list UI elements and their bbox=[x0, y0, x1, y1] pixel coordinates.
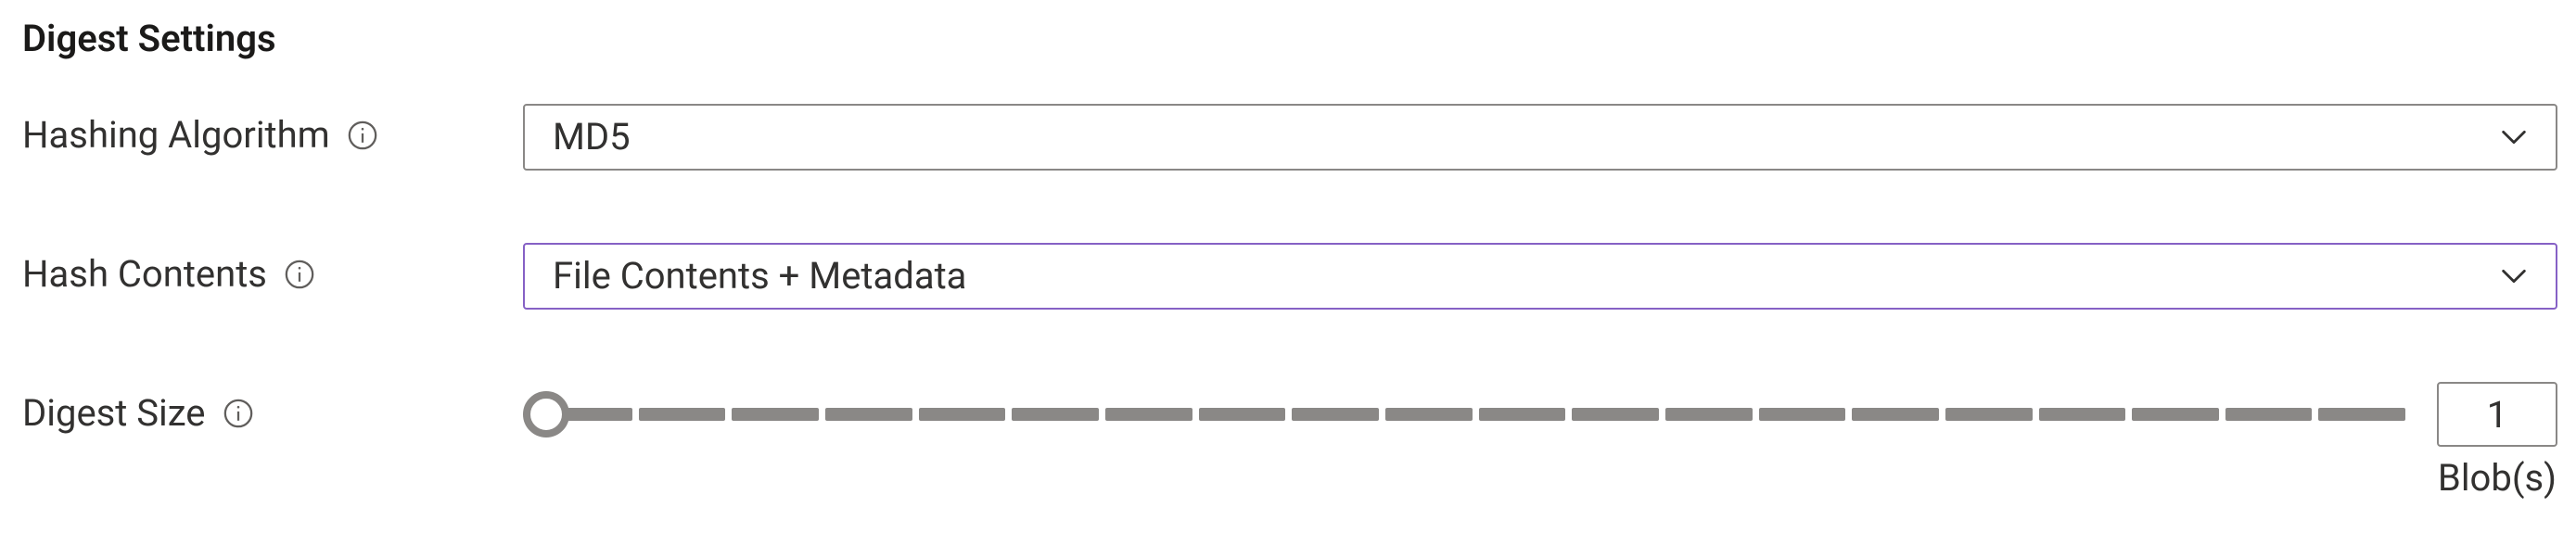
slider-tick bbox=[1945, 408, 2033, 421]
select-value: File Contents + Metadata bbox=[553, 254, 966, 298]
digest-size-readout: 1 Blob(s) bbox=[2437, 382, 2557, 500]
row-hash-contents: Hash Contents File Contents + Metadata bbox=[22, 243, 2557, 310]
info-icon[interactable] bbox=[223, 398, 254, 429]
label-text: Hashing Algorithm bbox=[22, 113, 330, 158]
label-text: Hash Contents bbox=[22, 252, 267, 297]
label-hashing-algorithm: Hashing Algorithm bbox=[22, 104, 523, 158]
slider-tick bbox=[1292, 408, 1379, 421]
slider-tick bbox=[1759, 408, 1846, 421]
slider-tick bbox=[919, 408, 1006, 421]
select-value: MD5 bbox=[553, 115, 631, 159]
label-digest-size: Digest Size bbox=[22, 382, 523, 436]
slider-tick bbox=[639, 408, 726, 421]
digest-size-control: 1 Blob(s) bbox=[523, 382, 2557, 500]
slider-tick bbox=[2132, 408, 2219, 421]
digest-size-value-box[interactable]: 1 bbox=[2437, 382, 2557, 447]
slider-tick bbox=[1199, 408, 1286, 421]
slider-tick bbox=[732, 408, 819, 421]
digest-size-slider[interactable] bbox=[523, 391, 2405, 438]
row-hashing-algorithm: Hashing Algorithm MD5 bbox=[22, 104, 2557, 171]
slider-tick bbox=[2225, 408, 2313, 421]
slider-tick bbox=[1385, 408, 1473, 421]
slider-tick bbox=[1105, 408, 1192, 421]
slider-tick bbox=[1012, 408, 1099, 421]
slider-tick bbox=[1572, 408, 1659, 421]
label-text: Digest Size bbox=[22, 391, 206, 436]
slider-tick bbox=[825, 408, 912, 421]
info-icon[interactable] bbox=[284, 259, 315, 290]
slider-thumb[interactable] bbox=[523, 391, 569, 438]
slider-tick bbox=[1665, 408, 1753, 421]
chevron-down-icon bbox=[2498, 260, 2530, 292]
slider-tick bbox=[2039, 408, 2126, 421]
row-digest-size: Digest Size 1 Blob(s) bbox=[22, 382, 2557, 500]
hashing-algorithm-select[interactable]: MD5 bbox=[523, 104, 2557, 171]
hash-contents-select[interactable]: File Contents + Metadata bbox=[523, 243, 2557, 310]
chevron-down-icon bbox=[2498, 121, 2530, 153]
slider-tick bbox=[1479, 408, 1566, 421]
label-hash-contents: Hash Contents bbox=[22, 243, 523, 297]
digest-size-unit: Blob(s) bbox=[2438, 456, 2557, 500]
section-title: Digest Settings bbox=[22, 17, 2557, 61]
slider-tick bbox=[1852, 408, 1939, 421]
slider-tick bbox=[2318, 408, 2405, 421]
info-icon[interactable] bbox=[347, 120, 378, 151]
slider-track bbox=[545, 408, 2405, 421]
